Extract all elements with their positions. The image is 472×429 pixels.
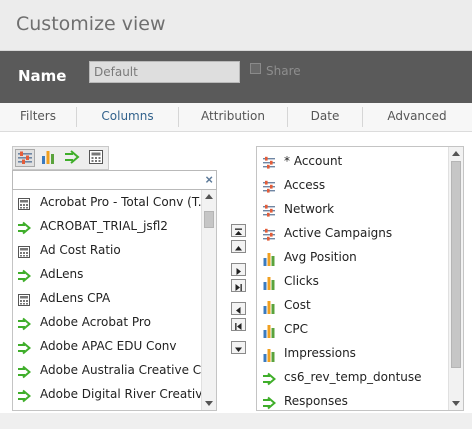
metric-bars-icon bbox=[262, 346, 276, 362]
list-item-label: Adobe Acrobat Pro bbox=[40, 315, 151, 329]
metric-bars-icon bbox=[262, 250, 276, 266]
attribute-icon bbox=[262, 202, 276, 217]
share-checkbox[interactable] bbox=[250, 63, 261, 74]
list-item-label: Responses bbox=[284, 394, 348, 408]
search-input[interactable]: × bbox=[12, 170, 217, 190]
list-item-label: Adobe Australia Creative Cl... bbox=[40, 363, 216, 377]
scrollbar-thumb[interactable] bbox=[451, 161, 461, 368]
move-top-button[interactable] bbox=[231, 224, 246, 237]
calculator-icon bbox=[17, 243, 31, 258]
column-type-toolbar bbox=[12, 146, 109, 170]
move-up-button[interactable] bbox=[231, 240, 246, 253]
list-item-label: Acrobat Pro - Total Conv (T... bbox=[40, 195, 210, 209]
metric-bars-icon bbox=[262, 322, 276, 338]
tab-advanced[interactable]: Advanced bbox=[363, 103, 471, 131]
list-item-label: * Account bbox=[284, 154, 343, 168]
conversion-arrow-icon bbox=[17, 363, 32, 379]
add-button[interactable] bbox=[231, 263, 246, 276]
dialog-header: Customize view bbox=[0, 0, 472, 51]
list-item-label: Network bbox=[284, 202, 335, 216]
list-item-label: Adobe Digital River Creative... bbox=[40, 387, 217, 401]
name-bar: Name Default Share bbox=[0, 51, 472, 103]
dialog-title: Customize view bbox=[16, 13, 166, 35]
tabs-bar: Filters Columns Attribution Date Advance… bbox=[0, 103, 472, 132]
attribute-icon bbox=[262, 178, 276, 193]
scrollbar-thumb[interactable] bbox=[204, 211, 214, 228]
metric-bars-icon bbox=[262, 298, 276, 314]
tab-date[interactable]: Date bbox=[288, 103, 362, 131]
conversion-arrow-icon bbox=[262, 394, 277, 410]
conversion-arrow-icon bbox=[17, 387, 32, 403]
metrics-icon[interactable] bbox=[39, 149, 59, 167]
right-list-scrollbar[interactable] bbox=[448, 147, 463, 410]
list-item-label: CPC bbox=[284, 322, 308, 336]
list-item-label: Active Campaigns bbox=[284, 226, 393, 240]
list-item-label: Clicks bbox=[284, 274, 319, 288]
available-columns-list: Acrobat Pro - Total Conv (T... ACROBAT_T… bbox=[12, 190, 217, 411]
remove-all-button[interactable] bbox=[231, 318, 246, 331]
calculated-icon[interactable] bbox=[87, 149, 107, 167]
list-item-label: Avg Position bbox=[284, 250, 357, 264]
calculator-icon bbox=[17, 291, 31, 306]
selected-columns-list: * Account Access Network Active Campaign… bbox=[256, 146, 464, 411]
remove-button[interactable] bbox=[231, 302, 246, 315]
conversion-arrow-icon bbox=[17, 339, 32, 355]
scroll-up-icon[interactable] bbox=[452, 151, 460, 156]
attributes-icon[interactable] bbox=[15, 149, 35, 167]
list-item-label: Impressions bbox=[284, 346, 356, 360]
tab-filters[interactable]: Filters bbox=[0, 103, 76, 131]
left-list-scrollbar[interactable] bbox=[201, 190, 216, 410]
scroll-down-icon[interactable] bbox=[205, 401, 213, 406]
list-item-label: Access bbox=[284, 178, 326, 192]
add-all-button[interactable] bbox=[231, 279, 246, 292]
available-columns-panel: × Acrobat Pro - Total Conv (T... ACROBAT… bbox=[12, 146, 217, 411]
share-label: Share bbox=[266, 64, 301, 78]
conversion-arrow-icon bbox=[17, 315, 32, 331]
list-item-label: ACROBAT_TRIAL_jsfl2 bbox=[40, 219, 168, 233]
list-item-label: cs6_rev_temp_dontuse bbox=[284, 370, 422, 384]
scroll-up-icon[interactable] bbox=[205, 194, 213, 199]
move-down-button[interactable] bbox=[231, 341, 246, 354]
metric-bars-icon bbox=[262, 274, 276, 290]
tab-attribution[interactable]: Attribution bbox=[179, 103, 287, 131]
attribute-icon bbox=[262, 226, 276, 241]
calculator-icon bbox=[17, 195, 31, 210]
attribute-icon bbox=[262, 154, 276, 169]
list-item-label: AdLens CPA bbox=[40, 291, 111, 305]
name-label: Name bbox=[18, 67, 67, 85]
scroll-down-icon[interactable] bbox=[452, 401, 460, 406]
list-item-label: Adobe APAC EDU Conv bbox=[40, 339, 177, 353]
conversion-arrow-icon bbox=[262, 370, 277, 386]
conversion-arrow-icon bbox=[17, 219, 32, 235]
conversions-icon[interactable] bbox=[63, 149, 83, 167]
dialog-footer bbox=[0, 413, 472, 429]
list-item-label: Ad Cost Ratio bbox=[40, 243, 121, 257]
tab-columns[interactable]: Columns bbox=[77, 103, 178, 131]
list-item-label: AdLens bbox=[40, 267, 84, 281]
list-item-label: Cost bbox=[284, 298, 311, 312]
conversion-arrow-icon bbox=[17, 267, 32, 283]
clear-search-icon[interactable]: × bbox=[205, 172, 213, 187]
name-input[interactable]: Default bbox=[89, 61, 240, 83]
